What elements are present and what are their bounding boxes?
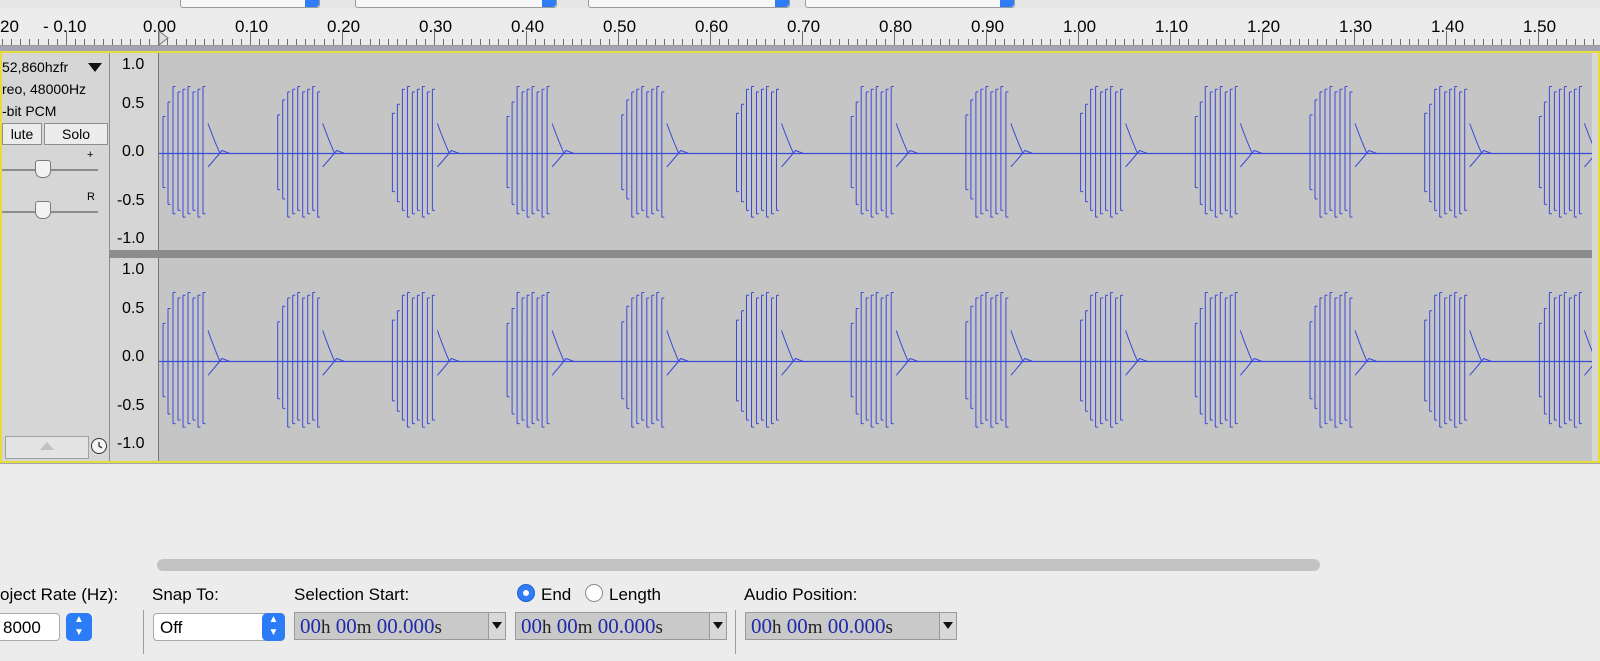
ruler-tick-label: 20 <box>0 17 19 36</box>
project-rate-label: oject Rate (Hz): <box>0 585 119 604</box>
track-name-menu[interactable]: 52,860hzfr <box>2 59 68 75</box>
scale-label: -1.0 <box>117 435 145 452</box>
play-head-marker-icon[interactable] <box>158 30 170 46</box>
channel-divider[interactable] <box>109 250 1598 258</box>
mute-button[interactable]: lute <box>2 123 42 145</box>
ruler-tick-label: 0.40 <box>511 17 545 36</box>
track-menu-dropdown-icon[interactable] <box>88 63 102 73</box>
timeline-ruler[interactable]: 20 - 0.10 0.00 0.10 0.20 0.30 0.40 0.50 … <box>0 8 1600 46</box>
time-format-dropdown-icon[interactable] <box>713 622 723 629</box>
ruler-tick-label: 0.50 <box>603 17 637 36</box>
sync-lock-icon[interactable] <box>91 438 107 454</box>
length-radio[interactable] <box>585 584 603 602</box>
track-right-edge <box>1592 53 1598 461</box>
ruler-tick-label: 0.20 <box>327 17 361 36</box>
ruler-tick-label: 1.10 <box>1155 17 1189 36</box>
snap-to-label: Snap To: <box>152 585 219 604</box>
waveform-channel-2[interactable] <box>158 258 1600 461</box>
ruler-tick-label: 0.80 <box>879 17 913 36</box>
selection-start-label: Selection Start: <box>294 585 410 604</box>
vertical-scale-ch2[interactable]: 1.0 0.5 0.0 -0.5 -1.0 <box>110 258 158 461</box>
collapse-arrow-icon <box>40 442 54 450</box>
ruler-tick-label: 1.20 <box>1247 17 1281 36</box>
waveform-ch1 <box>159 86 1600 218</box>
ruler-tick-label: 0.90 <box>971 17 1005 36</box>
audio-track[interactable]: 52,860hzfr reo, 48000Hz -bit PCM lute So… <box>0 51 1600 463</box>
snap-to-chevron-icon[interactable]: ▲ ▼ <box>262 613 285 641</box>
ruler-tick-label: 1.50 <box>1523 17 1557 36</box>
project-rate-stepper[interactable]: ▲ ▼ <box>66 613 92 641</box>
track-format-info: reo, 48000Hz <box>2 81 87 97</box>
ruler-tick-label: 1.30 <box>1339 17 1373 36</box>
scale-label: -0.5 <box>117 397 145 414</box>
waveform-channel-1[interactable] <box>158 53 1600 250</box>
ruler-tick-label: 1.00 <box>1063 17 1097 36</box>
pan-slider-tag: R <box>87 191 95 203</box>
selection-start-time[interactable]: 00h 00m 00.000s <box>294 612 506 640</box>
scale-label: 0.5 <box>122 95 145 112</box>
project-rate-field[interactable]: 8000 <box>0 613 60 641</box>
length-label: Length <box>609 585 661 604</box>
toolbar-control[interactable] <box>805 0 1015 8</box>
ruler-tick-label: - 0.10 <box>43 17 87 36</box>
gain-slider-tag: + <box>87 149 94 161</box>
scale-label: 0.0 <box>122 143 145 160</box>
snap-to-value: Off <box>160 618 183 637</box>
scale-label: -0.5 <box>117 192 145 209</box>
track-area: 52,860hzfr reo, 48000Hz -bit PCM lute So… <box>0 46 1600 464</box>
scale-label: -1.0 <box>117 230 145 247</box>
separator <box>143 610 144 654</box>
ruler-tick-label: 0.60 <box>695 17 729 36</box>
project-rate-value: 8000 <box>3 618 41 637</box>
pan-slider-thumb[interactable] <box>35 201 51 219</box>
gain-slider-thumb[interactable] <box>35 160 51 178</box>
audio-position-time[interactable]: 00h 00m 00.000s <box>745 612 957 640</box>
scale-label: 1.0 <box>122 56 145 73</box>
horizontal-scrollbar-thumb[interactable] <box>157 559 1320 571</box>
toolbar-control[interactable] <box>588 0 790 8</box>
toolbar-control[interactable] <box>355 0 557 8</box>
audio-position-label: Audio Position: <box>744 585 858 604</box>
ruler-tick-label: 0.70 <box>787 17 821 36</box>
time-format-dropdown-icon[interactable] <box>492 622 502 629</box>
ruler-tick-label: 0.30 <box>419 17 453 36</box>
scale-label: 0.5 <box>122 300 145 317</box>
time-format-dropdown-icon[interactable] <box>943 622 953 629</box>
top-toolbar <box>0 0 1600 8</box>
waveform-ch2 <box>159 291 1600 428</box>
track-bit-info: -bit PCM <box>2 103 57 119</box>
solo-button[interactable]: Solo <box>44 123 108 145</box>
track-control-panel: 52,860hzfr reo, 48000Hz -bit PCM lute So… <box>2 53 110 461</box>
end-radio[interactable] <box>517 584 535 602</box>
scale-label: 1.0 <box>122 261 145 278</box>
ruler-tick-label: 1.40 <box>1431 17 1465 36</box>
scale-label: 0.0 <box>122 348 145 365</box>
selection-toolbar: oject Rate (Hz): 8000 ▲ ▼ Snap To: Off ▲ ▼… <box>0 574 1600 661</box>
collapse-track-button[interactable] <box>5 436 89 459</box>
end-label: End <box>541 585 572 604</box>
vertical-scale-ch1[interactable]: 1.0 0.5 0.0 -0.5 -1.0 <box>110 53 158 250</box>
selection-end-time[interactable]: 00h 00m 00.000s <box>515 612 727 640</box>
ruler-tick-label: 0.10 <box>235 17 269 36</box>
toolbar-control[interactable] <box>180 0 320 8</box>
separator <box>735 610 736 654</box>
